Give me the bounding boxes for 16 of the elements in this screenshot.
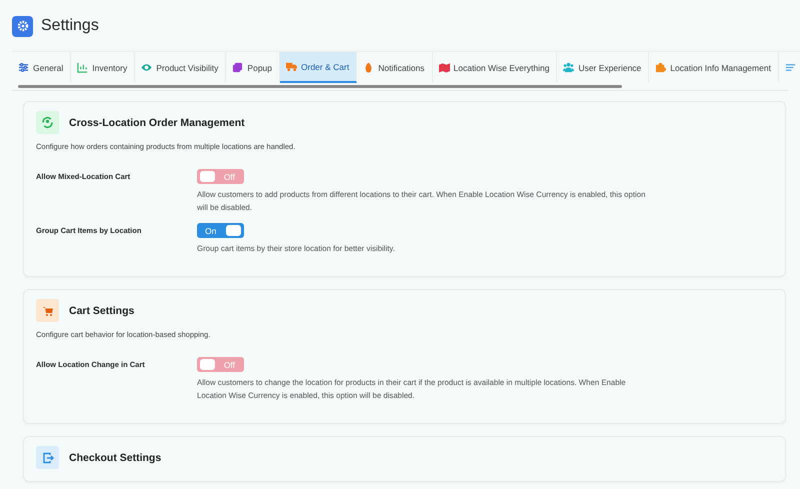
section-title: Cart Settings xyxy=(69,304,134,316)
section-title: Checkout Settings xyxy=(69,452,162,464)
cart-icon xyxy=(36,299,59,322)
settings-logo-icon xyxy=(12,16,33,36)
tab[interactable]: Inventory xyxy=(71,52,136,83)
tab[interactable]: Notifications xyxy=(357,52,433,83)
tab[interactable]: Order & Cart xyxy=(280,52,358,83)
section-title: Cross-Location Order Management xyxy=(69,116,245,128)
tab[interactable]: Product Visibility xyxy=(135,52,226,83)
checkout-icon xyxy=(36,446,59,469)
tab[interactable]: User Experience xyxy=(557,52,650,83)
tab[interactable]: Location Info Management xyxy=(649,52,779,83)
tab[interactable]: General xyxy=(12,52,72,83)
horizontal-scrollbar[interactable] xyxy=(12,85,788,91)
page-title: Settings xyxy=(41,17,99,35)
tab[interactable]: Location Wise Everything xyxy=(432,52,558,83)
